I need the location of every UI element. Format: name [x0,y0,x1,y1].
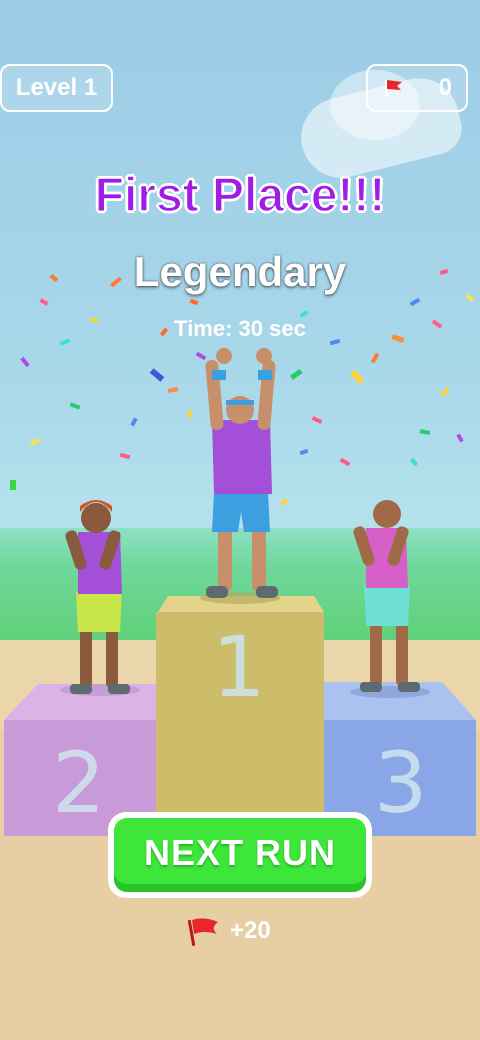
podium-third-number: 3 [374,734,428,832]
level-label: Level 1 [15,74,98,101]
red-flag-icon [187,918,218,946]
result-title: First Place!!! [94,168,386,223]
next-run-button[interactable]: NEXT RUN [114,818,366,892]
result-time: Time: 30 sec [174,316,306,341]
result-rating: Legendary [133,248,347,295]
reward-amount: +20 [230,917,271,944]
game-scene: 1 2 3 Level 1 0 First Place!!! Legendary… [0,0,480,1040]
third-runner [353,500,420,692]
flag-counter: 0 [366,64,468,112]
level-indicator: Level 1 [0,64,113,112]
next-run-button-frame: NEXT RUN [108,812,372,898]
flag-count: 0 [438,74,452,101]
reward-indicator: +20 [184,914,271,948]
red-flag-icon [385,80,402,97]
second-runner [65,500,130,694]
winner-runner [205,348,278,598]
podium-second-number: 2 [52,734,106,832]
podium-first-number: 1 [212,618,266,716]
